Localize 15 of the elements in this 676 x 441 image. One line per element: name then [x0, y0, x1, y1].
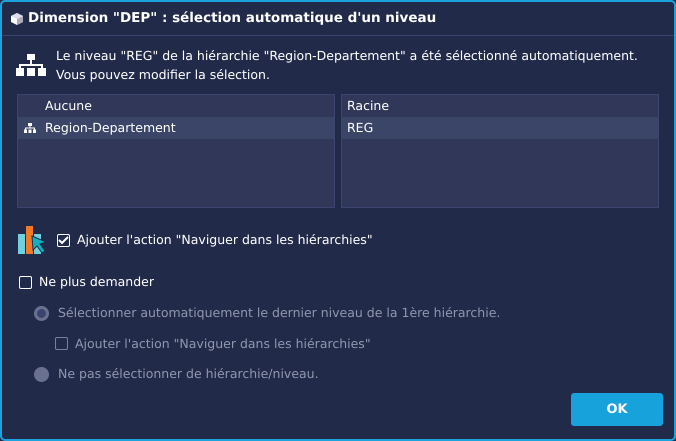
- list-item[interactable]: Racine: [342, 95, 658, 117]
- checkbox-label: Ne plus demander: [39, 273, 154, 291]
- hierarchy-icon: [24, 123, 36, 133]
- list-item[interactable]: Region-Departement: [18, 117, 334, 139]
- radio-label: Ne pas sélectionner de hiérarchie/niveau.: [58, 365, 319, 384]
- cube-icon: [10, 12, 24, 26]
- list-item[interactable]: REG: [342, 117, 658, 139]
- message-text: Le niveau "REG" de la hiérarchie "Region-Departement" a été sélectionné automatiquement.: [56, 47, 638, 65]
- window-title: Dimension "DEP" : sélection automatique d'un niveau: [28, 9, 436, 28]
- message-text: Vous pouvez modifier la sélection.: [56, 66, 271, 84]
- checkbox-label: Ajouter l'action "Naviguer dans les hiérarchies": [75, 334, 371, 353]
- hierarchy-icon: [16, 54, 46, 78]
- checkbox-label: Ajouter l'action "Naviguer dans les hiérarchies": [77, 230, 373, 249]
- list-item[interactable]: Aucune: [18, 95, 334, 117]
- radio-label: Sélectionner automatiquement le dernier niveau de la 1ère hiérarchie.: [58, 304, 500, 322]
